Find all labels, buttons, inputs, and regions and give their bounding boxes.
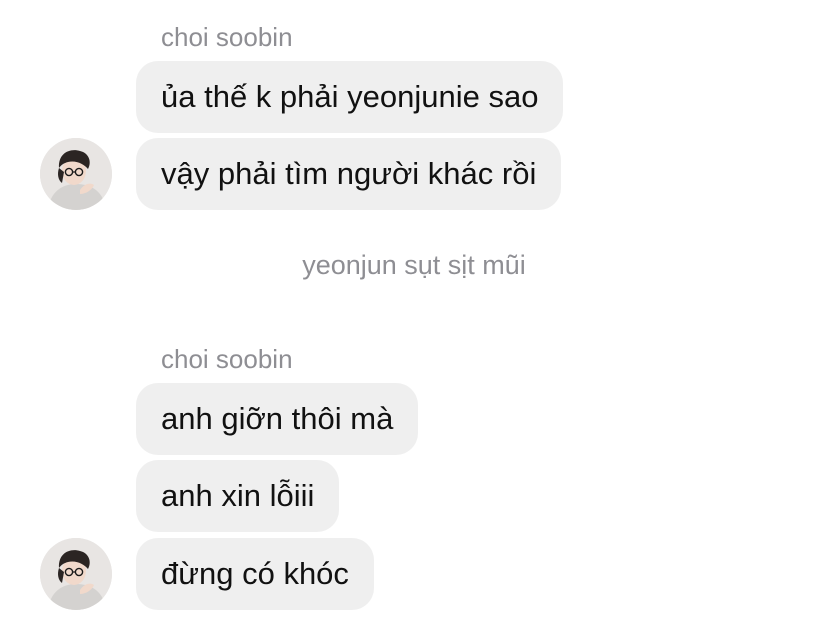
avatar-photo-icon bbox=[40, 538, 112, 610]
message-bubble[interactable]: ủa thế k phải yeonjunie sao bbox=[136, 61, 564, 133]
message-text: ủa thế k phải yeonjunie sao bbox=[161, 79, 539, 114]
message-text: vậy phải tìm người khác rồi bbox=[161, 156, 537, 191]
message-text: anh giỡn thôi mà bbox=[161, 401, 394, 436]
system-note: yeonjun sụt sịt mũi bbox=[302, 250, 526, 280]
sender-name: choi soobin bbox=[161, 344, 293, 374]
avatar-photo-icon bbox=[40, 138, 112, 210]
message-bubble[interactable]: anh giỡn thôi mà bbox=[136, 383, 419, 455]
avatar[interactable] bbox=[40, 138, 112, 210]
message-bubble[interactable]: vậy phải tìm người khác rồi bbox=[136, 138, 562, 210]
message-text: anh xin lỗiii bbox=[161, 478, 315, 513]
message-bubble[interactable]: anh xin lỗiii bbox=[136, 460, 340, 532]
message-text: đừng có khóc bbox=[161, 556, 349, 591]
sender-name: choi soobin bbox=[161, 22, 293, 52]
avatar[interactable] bbox=[40, 538, 112, 610]
message-bubble[interactable]: đừng có khóc bbox=[136, 538, 374, 610]
